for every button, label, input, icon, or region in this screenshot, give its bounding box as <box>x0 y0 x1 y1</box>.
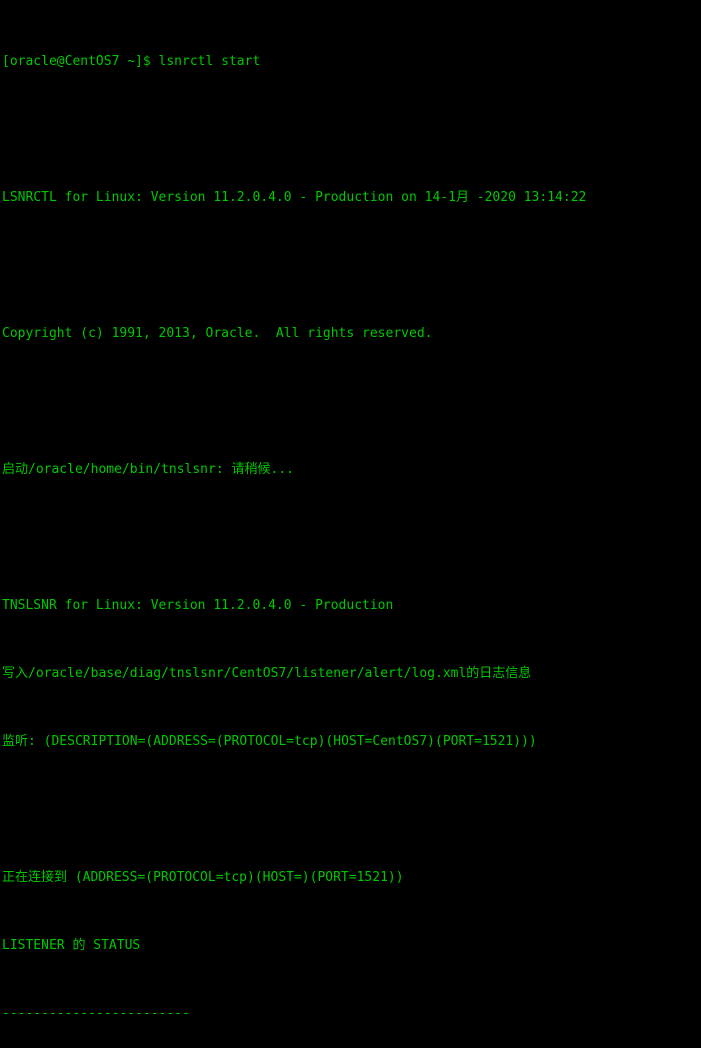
status-separator: ------------------------ <box>2 1006 190 1021</box>
lsnrctl-version-banner: LSNRCTL for Linux: Version 11.2.0.4.0 - … <box>2 190 587 205</box>
listener-status-header: LISTENER 的 STATUS <box>2 938 141 953</box>
terminal-prompt-line: [oracle@CentOS7 ~]$ lsnrctl start <box>2 54 261 69</box>
startup-waiting-line: 启动/oracle/home/bin/tnslsnr: 请稍候... <box>2 462 294 477</box>
terminal-window[interactable]: [oracle@CentOS7 ~]$ lsnrctl start LSNRCT… <box>0 0 701 1021</box>
listening-descriptor-line: 监听: (DESCRIPTION=(ADDRESS=(PROTOCOL=tcp)… <box>2 734 537 749</box>
log-file-write-line: 写入/oracle/base/diag/tnslsnr/CentOS7/list… <box>2 666 532 681</box>
copyright-line: Copyright (c) 1991, 2013, Oracle. All ri… <box>2 326 433 341</box>
connecting-line: 正在连接到 (ADDRESS=(PROTOCOL=tcp)(HOST=)(POR… <box>2 870 404 885</box>
tnslsnr-version-line: TNSLSNR for Linux: Version 11.2.0.4.0 - … <box>2 598 394 613</box>
